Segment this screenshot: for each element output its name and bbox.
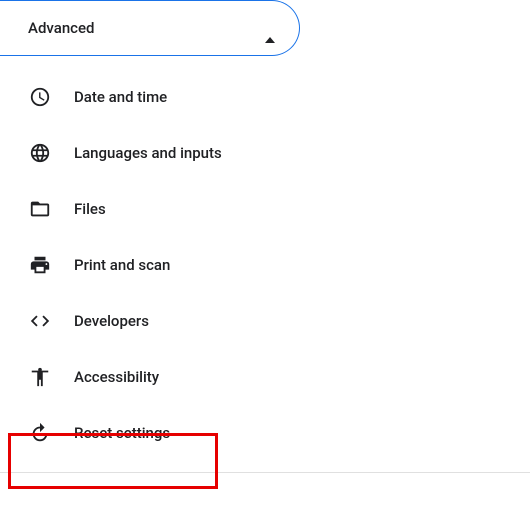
menu-item-date-time[interactable]: Date and time (0, 72, 530, 122)
chevron-up-icon (265, 19, 275, 37)
advanced-label: Advanced (28, 19, 94, 37)
menu-item-label: Print and scan (74, 256, 170, 274)
menu-item-accessibility[interactable]: Accessibility (0, 352, 530, 402)
globe-icon (28, 141, 52, 165)
clock-icon (28, 85, 52, 109)
folder-icon (28, 197, 52, 221)
menu-item-developers[interactable]: Developers (0, 296, 530, 346)
menu-item-label: Date and time (74, 88, 167, 106)
menu-item-languages[interactable]: Languages and inputs (0, 128, 530, 178)
advanced-section-toggle[interactable]: Advanced (0, 0, 300, 56)
printer-icon (28, 253, 52, 277)
menu-item-files[interactable]: Files (0, 184, 530, 234)
menu-item-label: Files (74, 200, 106, 218)
menu-item-reset[interactable]: Reset settings (0, 408, 530, 458)
code-icon (28, 309, 52, 333)
divider (0, 472, 530, 473)
advanced-menu: Date and time Languages and inputs Files… (0, 56, 530, 458)
menu-item-label: Developers (74, 312, 149, 330)
menu-item-label: Accessibility (74, 368, 159, 386)
menu-item-label: Reset settings (74, 424, 170, 442)
menu-item-print-scan[interactable]: Print and scan (0, 240, 530, 290)
accessibility-icon (28, 365, 52, 389)
reset-icon (28, 421, 52, 445)
menu-item-label: Languages and inputs (74, 144, 222, 162)
